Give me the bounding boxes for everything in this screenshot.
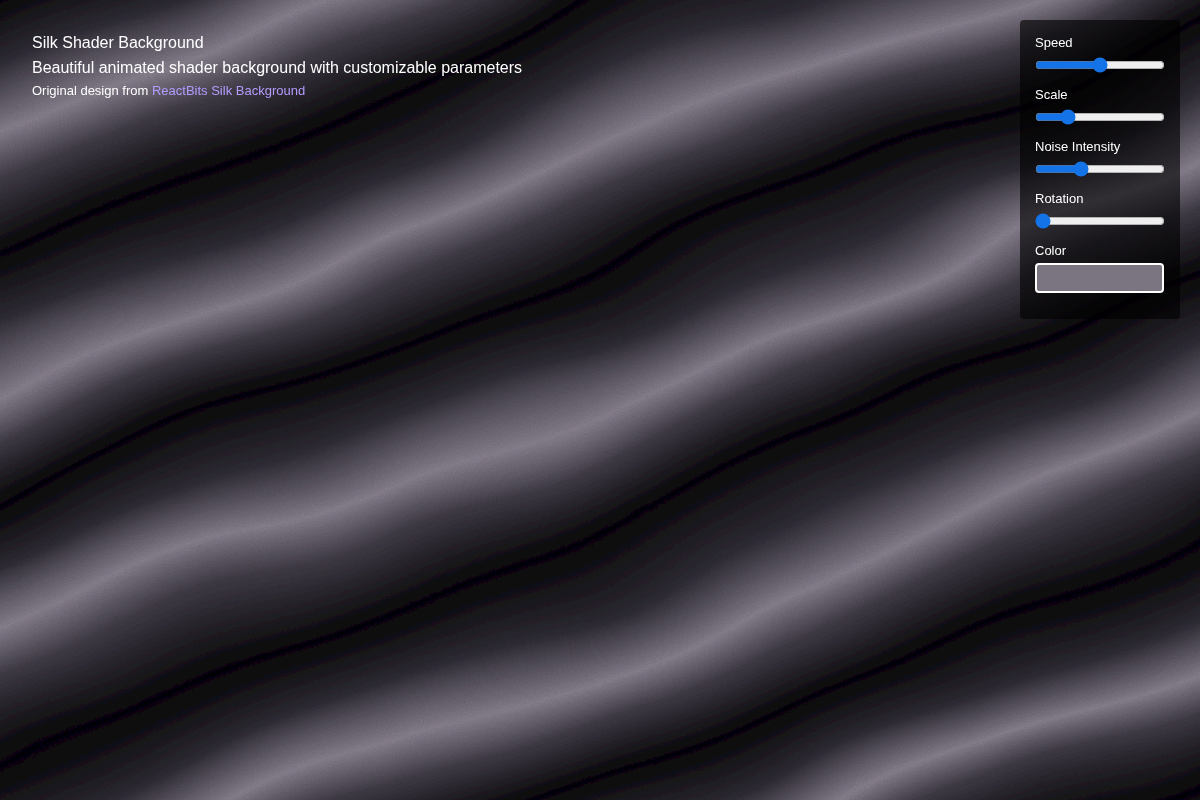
slider[interactable] <box>1035 55 1165 75</box>
slider[interactable] <box>1035 107 1165 127</box>
title: Silk Shader Background <box>32 33 522 53</box>
page: Silk Shader Background Beautiful animated… <box>0 0 1200 800</box>
control: Color <box>1035 243 1165 293</box>
control: Speed <box>1035 35 1165 75</box>
slider[interactable] <box>1035 211 1165 231</box>
control-label: Scale <box>1035 87 1165 103</box>
header: Silk Shader Background Beautiful animated… <box>20 20 522 99</box>
color-swatch[interactable] <box>1035 263 1164 293</box>
credit: Original design from ReactBits Silk Back… <box>32 83 522 99</box>
control-label: Rotation <box>1035 191 1165 207</box>
credit-link[interactable]: ReactBits Silk Background <box>152 83 305 98</box>
slider[interactable] <box>1035 159 1165 179</box>
control: Rotation <box>1035 191 1165 231</box>
control: Scale <box>1035 87 1165 127</box>
content: Silk Shader Background Beautiful animated… <box>0 0 1200 339</box>
subtitle: Beautiful animated shader background wit… <box>32 58 522 78</box>
control-label: Color <box>1035 243 1165 259</box>
control-label: Speed <box>1035 35 1165 51</box>
control-label: Noise Intensity <box>1035 139 1165 155</box>
control: Noise Intensity <box>1035 139 1165 179</box>
control-panel: Speed Scale Noise Intensity Rotation Color <box>1020 20 1180 319</box>
